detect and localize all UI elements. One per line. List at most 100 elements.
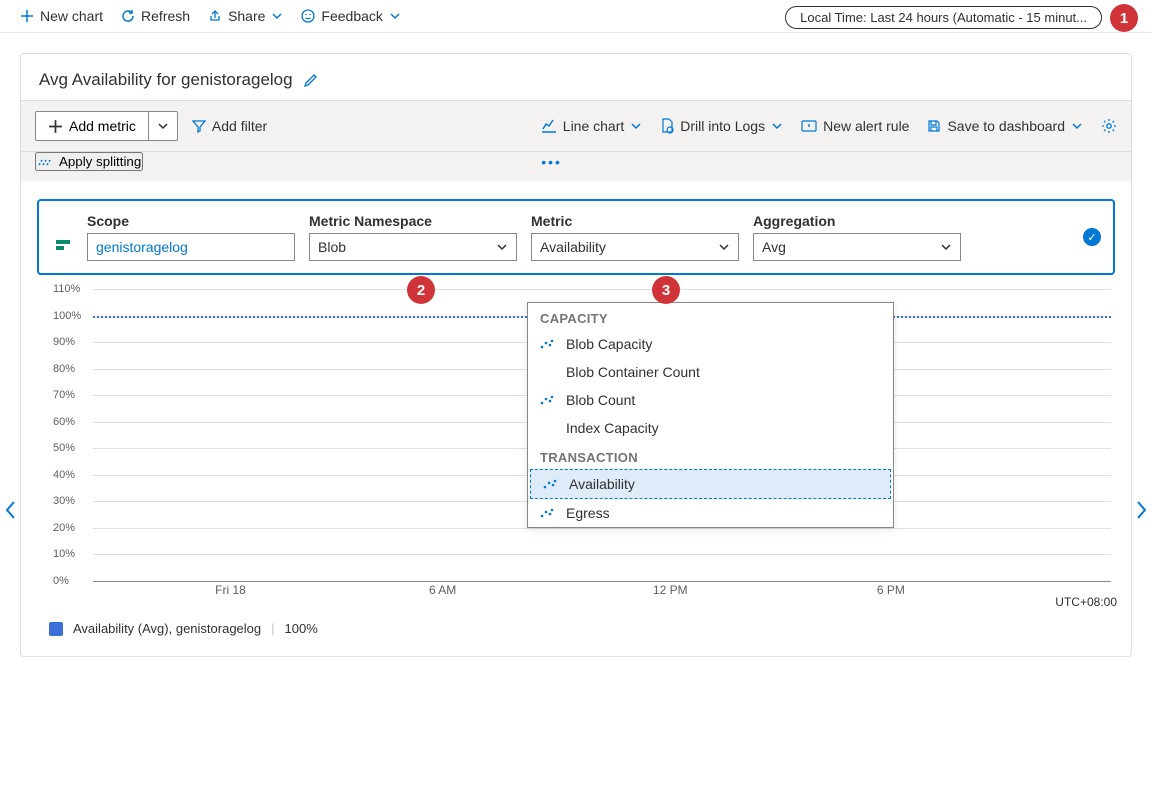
scope-label: Scope: [87, 213, 295, 229]
chevron-down-icon: [271, 10, 283, 22]
edit-title-icon[interactable]: [303, 72, 319, 88]
dropdown-item-blob-capacity[interactable]: Blob Capacity: [528, 330, 893, 358]
namespace-field: Metric Namespace Blob: [309, 213, 517, 261]
timezone-label: UTC+08:00: [1055, 595, 1117, 609]
metric-dropdown-list[interactable]: CAPACITY Blob Capacity •Blob Container C…: [528, 303, 893, 527]
top-toolbar: New chart Refresh Share Feedback Local T…: [0, 0, 1152, 33]
callout-badge-2: 2: [407, 276, 435, 304]
dropdown-item-index-capacity[interactable]: •Index Capacity: [528, 414, 893, 442]
new-alert-label: New alert rule: [823, 118, 909, 134]
plus-icon: [48, 119, 63, 134]
refresh-label: Refresh: [141, 8, 190, 24]
feedback-button[interactable]: Feedback: [301, 8, 400, 24]
apply-splitting-label: Apply splitting: [59, 154, 141, 169]
metric-value: Availability: [540, 239, 606, 255]
aggregation-value: Avg: [762, 239, 786, 255]
legend-label: Availability (Avg), genistoragelog: [73, 621, 261, 636]
y-axis-labels: 110%100%90%80%70%60%50%40%30%20%10%0%: [41, 289, 89, 581]
callout-badge-3: 3: [652, 276, 680, 304]
dropdown-item-egress[interactable]: Egress: [528, 499, 893, 527]
namespace-value: Blob: [318, 239, 346, 255]
x-axis-labels: Fri 186 AM12 PM6 PM: [93, 583, 1111, 609]
add-metric-group: Add metric: [35, 111, 178, 141]
apply-splitting-button[interactable]: Apply splitting: [35, 152, 143, 171]
chart-title-row: Avg Availability for genistoragelog: [21, 54, 1131, 100]
chart-toolbar-right: Line chart Drill into Logs New alert rul…: [541, 118, 1117, 134]
add-metric-button[interactable]: Add metric: [35, 111, 149, 141]
chevron-down-icon: [940, 241, 952, 253]
share-label: Share: [228, 8, 265, 24]
dropdown-group-transaction: TRANSACTION: [528, 442, 893, 469]
save-dashboard-label: Save to dashboard: [947, 118, 1065, 134]
chart-title: Avg Availability for genistoragelog: [39, 70, 293, 90]
more-menu-button[interactable]: •••: [541, 154, 562, 170]
scope-select[interactable]: genistoragelog: [87, 233, 295, 261]
chart-toolbar-row2: Apply splitting •••: [21, 152, 1131, 181]
chevron-down-icon: [771, 120, 783, 132]
dropdown-group-capacity: CAPACITY: [528, 303, 893, 330]
scatter-icon: [540, 338, 556, 350]
add-metric-dropdown[interactable]: [149, 111, 178, 141]
callout-badge-1: 1: [1110, 4, 1138, 32]
chart-prev-button[interactable]: [4, 500, 18, 520]
aggregation-select[interactable]: Avg: [753, 233, 961, 261]
share-button[interactable]: Share: [208, 8, 283, 24]
line-chart-icon: [541, 119, 557, 133]
new-alert-button[interactable]: New alert rule: [801, 118, 909, 134]
settings-button[interactable]: [1101, 118, 1117, 134]
add-filter-label: Add filter: [212, 118, 267, 134]
scatter-icon: [540, 507, 556, 519]
metric-label: Metric: [531, 213, 739, 229]
metric-config-row: Scope genistoragelog Metric Namespace Bl…: [37, 199, 1115, 275]
aggregation-field: Aggregation Avg: [753, 213, 961, 261]
legend-swatch: [49, 622, 63, 636]
line-chart-button[interactable]: Line chart: [541, 118, 642, 134]
legend-value: 100%: [285, 621, 318, 636]
drill-logs-button[interactable]: Drill into Logs: [660, 118, 783, 134]
confirm-check-icon[interactable]: ✓: [1083, 228, 1101, 246]
add-filter-button[interactable]: Add filter: [192, 118, 267, 134]
dropdown-item-availability[interactable]: Availability: [530, 469, 891, 499]
chart-toolbar: Add metric Add filter Line chart Drill i…: [21, 100, 1131, 152]
metric-select[interactable]: Availability: [531, 233, 739, 261]
scatter-icon: [543, 478, 559, 490]
metric-field: Metric Availability: [531, 213, 739, 261]
drill-logs-label: Drill into Logs: [680, 118, 765, 134]
line-chart-label: Line chart: [563, 118, 624, 134]
namespace-select[interactable]: Blob: [309, 233, 517, 261]
split-icon: [37, 155, 53, 169]
feedback-icon: [301, 9, 315, 23]
filter-icon: [192, 119, 206, 133]
chevron-down-icon: [496, 241, 508, 253]
chart-legend: Availability (Avg), genistoragelog | 100…: [49, 621, 1103, 636]
share-icon: [208, 9, 222, 23]
alert-icon: [801, 119, 817, 133]
legend-separator: |: [271, 621, 274, 636]
chart-next-button[interactable]: [1134, 500, 1148, 520]
save-dashboard-button[interactable]: Save to dashboard: [927, 118, 1083, 134]
chevron-down-icon: [630, 120, 642, 132]
namespace-label: Metric Namespace: [309, 213, 517, 229]
time-range-pill[interactable]: Local Time: Last 24 hours (Automatic - 1…: [785, 6, 1102, 29]
dropdown-item-blob-container-count[interactable]: •Blob Container Count: [528, 358, 893, 386]
chevron-down-icon: [718, 241, 730, 253]
refresh-icon: [121, 9, 135, 23]
scope-field: Scope genistoragelog: [87, 213, 295, 261]
scope-value: genistoragelog: [96, 239, 188, 255]
chevron-down-icon: [1071, 120, 1083, 132]
metric-row-icon: [55, 237, 73, 255]
gear-icon: [1101, 118, 1117, 134]
refresh-button[interactable]: Refresh: [121, 8, 190, 24]
add-metric-label: Add metric: [69, 118, 136, 134]
new-chart-button[interactable]: New chart: [20, 8, 103, 24]
dropdown-item-blob-count[interactable]: Blob Count: [528, 386, 893, 414]
plus-icon: [20, 9, 34, 23]
scatter-icon: [540, 394, 556, 406]
aggregation-label: Aggregation: [753, 213, 961, 229]
metric-dropdown: CAPACITY Blob Capacity •Blob Container C…: [527, 302, 894, 528]
new-chart-label: New chart: [40, 8, 103, 24]
feedback-label: Feedback: [321, 8, 382, 24]
chevron-down-icon: [389, 10, 401, 22]
save-icon: [927, 119, 941, 133]
logs-icon: [660, 118, 674, 134]
